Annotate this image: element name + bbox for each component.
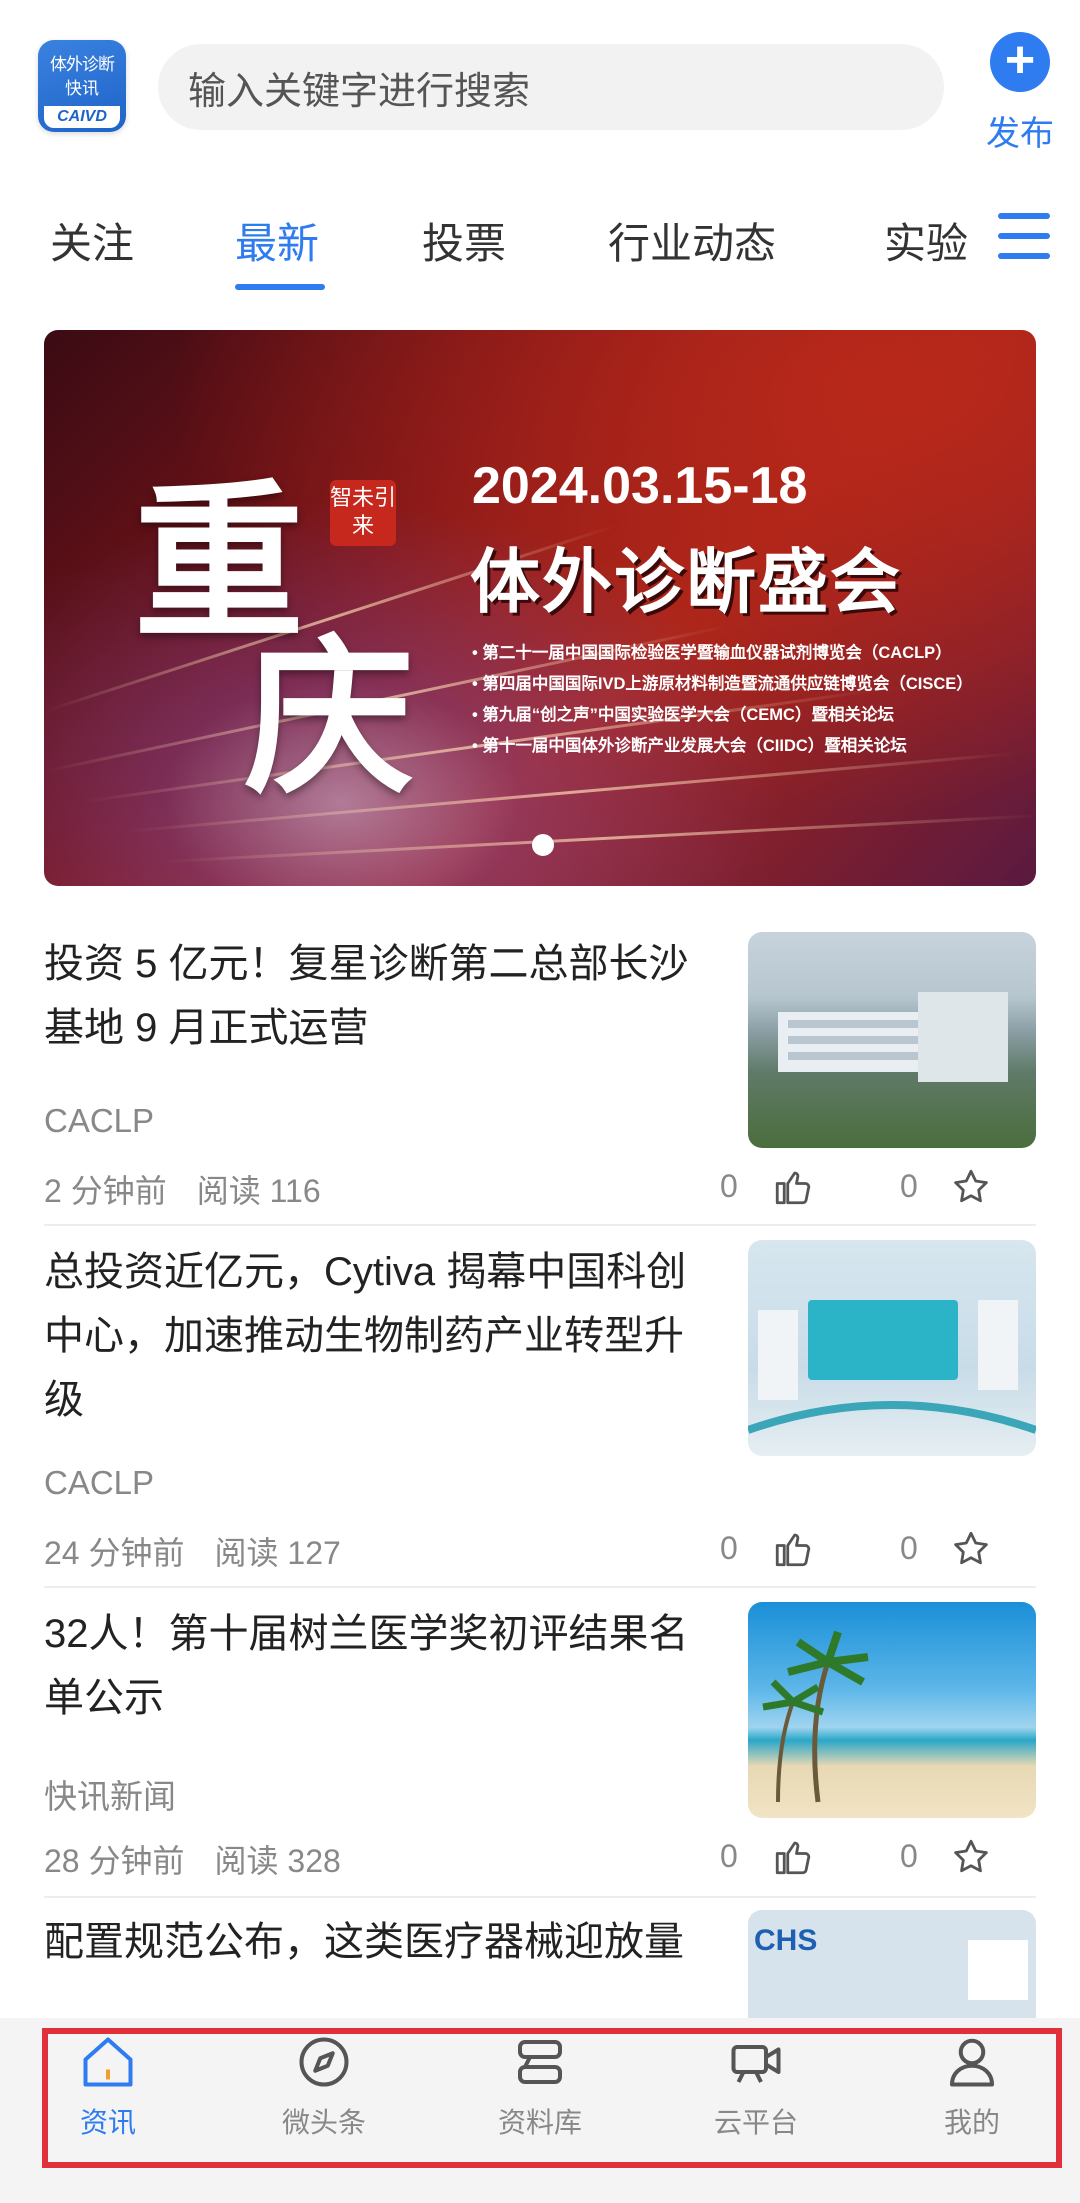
article-reads: 阅读 127 — [214, 1535, 341, 1571]
article-source: 快讯新闻 — [44, 1778, 176, 1815]
tab-follow[interactable]: 关注 — [50, 210, 134, 271]
plus-icon: + — [990, 32, 1050, 92]
search-input[interactable]: 输入关键字进行搜索 — [158, 44, 944, 130]
nav-item-profile[interactable]: 我的 — [892, 2032, 1052, 2141]
article-source: CACLP — [44, 1464, 155, 1501]
like-count: 0 — [720, 1530, 738, 1566]
banner-date: 2024.03.15-18 — [472, 457, 808, 515]
article-time: 24 分钟前 — [44, 1535, 185, 1571]
banner-bullet: • 第九届“创之声”中国实验医学大会（CEMC）暨相关论坛 — [472, 706, 894, 724]
article-item[interactable]: 32人！第十届树兰医学奖初评结果名单公示 快讯新闻 28 分钟前 阅读 328 0… — [44, 1602, 1036, 1898]
article-thumbnail[interactable] — [748, 1602, 1036, 1818]
promo-banner[interactable]: 重 庆 智未引来 2024.03.15-18 体外诊断盛会 • 第二十一届中国国… — [44, 330, 1036, 886]
tab-vote[interactable]: 投票 — [422, 210, 506, 271]
nav-label: 资讯 — [79, 2107, 136, 2138]
article-time: 28 分钟前 — [44, 1843, 185, 1879]
nav-label: 我的 — [943, 2107, 1000, 2138]
banner-title: 体外诊断盛会 — [470, 543, 902, 621]
menu-icon[interactable] — [998, 213, 1050, 263]
like-count: 0 — [720, 1838, 738, 1874]
compass-icon — [299, 2037, 349, 2087]
banner-bullet: • 第十一届中国体外诊断产业发展大会（CIIDC）暨相关论坛 — [472, 737, 907, 755]
star-icon[interactable] — [950, 1528, 992, 1570]
publish-label: 发布 — [986, 115, 1054, 153]
nav-label: 微头条 — [281, 2107, 366, 2138]
article-title: 投资 5 亿元！复星诊断第二总部长沙基地 9 月正式运营 — [44, 942, 689, 1050]
favorite-count: 0 — [900, 1530, 918, 1566]
tab-experiment[interactable]: 实验 — [884, 210, 968, 271]
article-reads: 阅读 116 — [196, 1173, 321, 1209]
tab-industry-news[interactable]: 行业动态 — [608, 210, 776, 271]
star-icon[interactable] — [950, 1836, 992, 1878]
bottom-navigation: 资讯 微头条 资料库 云平台 我的 — [0, 2018, 1080, 2203]
library-icon — [518, 2040, 562, 2084]
carousel-indicator[interactable] — [532, 834, 554, 856]
logo-line-2: 快讯 — [65, 79, 99, 99]
article-reads: 阅读 328 — [214, 1843, 341, 1879]
app-logo[interactable]: 体外诊断 快讯 CAIVD — [38, 40, 126, 132]
banner-bullet: • 第二十一届中国国际检验医学暨输血仪器试剂博览会（CACLP） — [472, 644, 952, 662]
favorite-count: 0 — [900, 1838, 918, 1874]
video-camera-icon — [731, 2045, 781, 2083]
nav-item-library[interactable]: 资料库 — [460, 2032, 620, 2141]
article-meta: 24 分钟前 阅读 127 — [44, 1528, 341, 1574]
article-time: 2 分钟前 — [44, 1173, 167, 1209]
article-item[interactable]: 投资 5 亿元！复星诊断第二总部长沙基地 9 月正式运营 CACLP 2 分钟前… — [44, 932, 1036, 1226]
thumbs-up-icon[interactable] — [772, 1528, 814, 1570]
article-meta: 28 分钟前 阅读 328 — [44, 1836, 341, 1882]
favorite-count: 0 — [900, 1168, 918, 1204]
article-title: 32人！第十届树兰医学奖初评结果名单公示 — [44, 1612, 689, 1720]
home-icon — [83, 2037, 133, 2087]
thumbs-up-icon[interactable] — [772, 1836, 814, 1878]
article-thumbnail[interactable] — [748, 932, 1036, 1148]
article-source: CACLP — [44, 1102, 155, 1139]
banner-bullet: • 第四届中国国际IVD上游原材料制造暨流通供应链博览会（CISCE） — [472, 675, 973, 693]
banner-city-char-2: 庆 — [244, 618, 415, 818]
article-title: 总投资近亿元，Cytiva 揭幕中国科创中心，加速推动生物制药产业转型升级 — [44, 1250, 687, 1422]
banner-seal: 智未引来 — [330, 480, 396, 546]
nav-item-news[interactable]: 资讯 — [28, 2032, 188, 2141]
svg-text:CHS: CHS — [754, 1924, 817, 1957]
nav-item-cloud-platform[interactable]: 云平台 — [676, 2032, 836, 2141]
banner-bullets: • 第二十一届中国国际检验医学暨输血仪器试剂博览会（CACLP） • 第四届中国… — [472, 638, 1032, 762]
active-tab-indicator — [235, 284, 325, 290]
search-placeholder: 输入关键字进行搜索 — [188, 70, 531, 113]
logo-line-3: CAIVD — [44, 106, 120, 128]
category-tabs: 关注 最新 投票 行业动态 实验 — [0, 210, 1080, 300]
article-meta: 2 分钟前 阅读 116 — [44, 1166, 321, 1212]
logo-line-1: 体外诊断 — [50, 55, 115, 75]
article-item[interactable]: 总投资近亿元，Cytiva 揭幕中国科创中心，加速推动生物制药产业转型升级 CA… — [44, 1240, 1036, 1588]
article-thumbnail[interactable]: CHS — [748, 1910, 1036, 2020]
publish-button[interactable]: + 发布 — [982, 32, 1058, 155]
article-thumbnail[interactable] — [748, 1240, 1036, 1456]
thumbs-up-icon[interactable] — [772, 1166, 814, 1208]
nav-item-micro-headlines[interactable]: 微头条 — [244, 2032, 404, 2141]
star-icon[interactable] — [950, 1166, 992, 1208]
like-count: 0 — [720, 1168, 738, 1204]
nav-label: 资料库 — [497, 2107, 582, 2138]
tab-latest[interactable]: 最新 — [235, 210, 319, 271]
nav-label: 云平台 — [713, 2107, 798, 2138]
article-item[interactable]: 配置规范公布，这类医疗器械迎放量 CHS — [44, 1910, 1036, 2020]
article-title: 配置规范公布，这类医疗器械迎放量 — [44, 1920, 684, 1964]
app-header: 体外诊断 快讯 CAIVD 输入关键字进行搜索 + 发布 — [0, 0, 1080, 180]
user-icon — [950, 2038, 994, 2087]
